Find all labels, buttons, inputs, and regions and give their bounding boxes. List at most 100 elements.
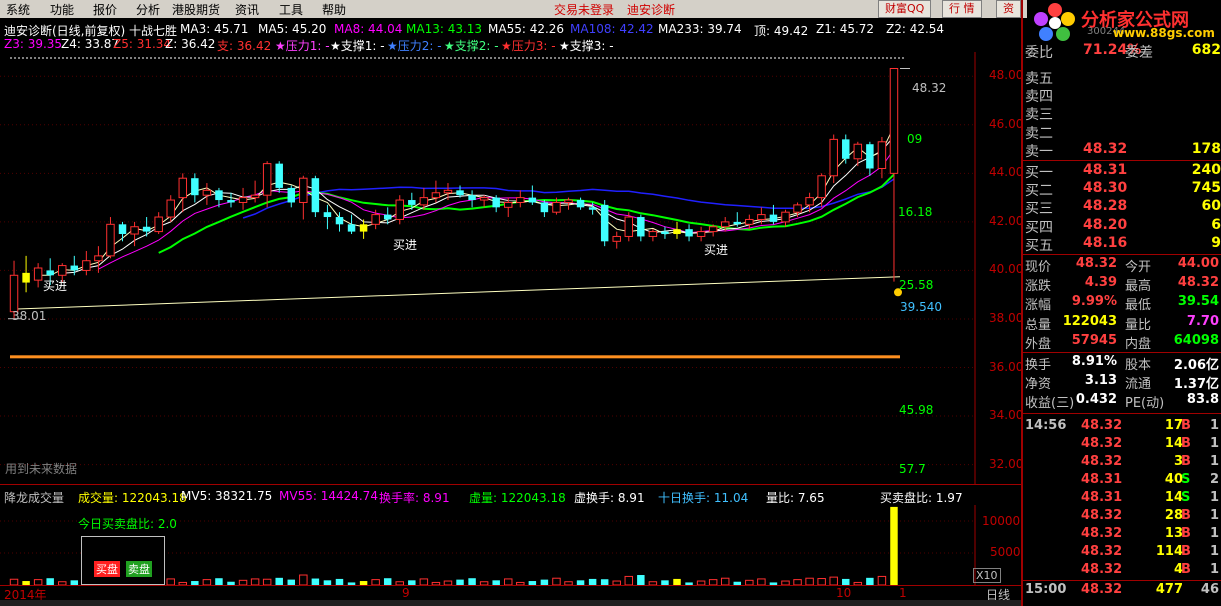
candle — [287, 185, 296, 208]
candle-body — [335, 217, 344, 225]
candle — [275, 161, 283, 193]
ma-values: MA3: 45.71 MA5: 45.20 MA8: 44.04 MA13: 43.1… — [180, 22, 1020, 38]
candle-body — [106, 223, 115, 257]
ma-value-5: MA108: 42.42 — [570, 22, 654, 36]
menu-item-system[interactable]: 系统 — [6, 1, 30, 18]
order-level-volume: 6 — [1211, 216, 1221, 233]
tab-strip[interactable] — [0, 600, 1021, 606]
buy-level-row[interactable]: 买一 48.31 240 — [1023, 162, 1221, 181]
price-axis-label-5: 38.00 — [989, 310, 1024, 325]
sell-level-row[interactable]: 卖四 — [1023, 86, 1221, 105]
quote-separator — [1023, 352, 1221, 353]
candle-body — [58, 265, 67, 276]
ma-value-1: MA5: 45.20 — [258, 22, 327, 36]
menu-item-tools[interactable]: 工具 — [279, 1, 303, 18]
price-chart[interactable] — [0, 52, 1021, 484]
right-value-4: 39.540 — [900, 300, 942, 314]
volume-bar — [890, 506, 898, 585]
tick-row: 48.31 14 S 1 — [1023, 490, 1221, 508]
wealth-qq-button[interactable]: 财富QQ — [878, 0, 932, 18]
quote-stat-value: 9.99% — [1071, 294, 1117, 310]
volume-indicator-8: 买卖盘比: 1.97 — [880, 491, 963, 505]
tick-value: 48.31 — [1081, 489, 1123, 505]
candle-body — [118, 224, 127, 235]
candle-body — [612, 235, 621, 242]
stock-name-link[interactable]: 迪安诊断 — [627, 1, 675, 18]
candle-body — [431, 192, 441, 199]
candle — [262, 161, 272, 208]
buy-level-row[interactable]: 买二 48.30 745 — [1023, 180, 1221, 199]
menu-item-news[interactable]: 资讯 — [235, 1, 259, 18]
tick-row: 14:56 48.32 17 B 1 — [1023, 418, 1221, 436]
tick-value: 48.32 — [1081, 453, 1123, 469]
sell-level-row[interactable]: 卖五 — [1023, 68, 1221, 87]
candle-body — [408, 200, 416, 205]
tick-value: S — [1181, 471, 1191, 487]
buy-level-row[interactable]: 买三 48.28 60 — [1023, 198, 1221, 218]
order-level-name: 买三 — [1025, 201, 1053, 218]
buy-level-row[interactable]: 买五 48.16 9 — [1023, 234, 1221, 254]
candle — [299, 175, 308, 220]
tick-value: 14:56 — [1025, 417, 1067, 433]
order-level-price: 48.16 — [1083, 234, 1128, 251]
volume-bar — [624, 575, 634, 585]
info-button[interactable]: 资 — [996, 0, 1021, 18]
buy-level-row[interactable]: 买四 48.20 6 — [1023, 216, 1221, 236]
tick-value: 48.32 — [1081, 525, 1123, 541]
tick-value: 2 — [1209, 471, 1219, 487]
quote-separator — [1023, 160, 1221, 161]
candle — [576, 197, 585, 210]
volume-scale-x10[interactable]: X10 — [973, 568, 1001, 583]
candle-body — [275, 163, 283, 188]
candle — [227, 192, 235, 208]
sell-level-row[interactable]: 卖二 — [1023, 123, 1221, 142]
candle-body — [178, 177, 188, 199]
candle — [889, 68, 899, 282]
volume-indicator-1: MV5: 38321.75 — [181, 489, 273, 503]
candle — [94, 246, 103, 273]
candle-body — [383, 214, 392, 220]
quote-stat-value: 收益(三) — [1025, 396, 1075, 412]
menu-item-hk-futures[interactable]: 港股期货 — [172, 1, 220, 18]
candle-body — [842, 139, 850, 159]
candle — [817, 173, 826, 208]
candle-body — [142, 226, 151, 232]
candle-body — [311, 178, 320, 213]
candle-body — [33, 267, 43, 281]
price-axis-label-3: 42.00 — [989, 213, 1024, 228]
quote-stat-row: 总量 122043 量比 7.70 — [1023, 314, 1221, 333]
tick-value: 48.32 — [1081, 561, 1123, 577]
sell-level-row[interactable]: 卖三 — [1023, 104, 1221, 123]
menu-item-quote[interactable]: 报价 — [93, 1, 117, 18]
candle-body — [202, 189, 212, 196]
sell-disk-label: 卖盘 — [126, 561, 152, 577]
price-axis-label-2: 44.00 — [989, 165, 1024, 180]
tick-row: 48.32 28 B 1 — [1023, 508, 1221, 526]
market-button[interactable]: 行 情 — [942, 0, 982, 18]
volume-indicator-row: 降龙成交量 成交量: 122043.18 MV5: 38321.75 MV55: 14… — [4, 489, 1004, 505]
ma-value-8: Z1: 45.72 — [816, 22, 875, 36]
quote-separator — [1023, 579, 1221, 581]
candle-body — [130, 226, 139, 235]
menu-item-analysis[interactable]: 分析 — [136, 1, 160, 18]
sell-level-row[interactable]: 卖一 48.32 178 — [1023, 141, 1221, 160]
order-level-price: 48.28 — [1083, 198, 1128, 215]
volume-indicator-7: 量比: 7.65 — [766, 491, 825, 505]
tick-value: 1 — [1209, 435, 1219, 451]
order-ratio-value: 682 — [1191, 42, 1221, 58]
candle — [877, 136, 887, 179]
order-level-volume: 60 — [1201, 198, 1221, 215]
quote-stat-value: 3.13 — [1084, 373, 1117, 389]
trade-login-link[interactable]: 交易未登录 — [554, 1, 614, 18]
menu-item-help[interactable]: 帮助 — [322, 1, 346, 18]
candle — [842, 134, 850, 164]
quote-stat-value: 44.00 — [1177, 256, 1219, 271]
menu-item-function[interactable]: 功能 — [50, 1, 74, 18]
volume-axis-5000: 5000 — [990, 545, 1021, 559]
quote-stat-row: 现价 48.32 今开 44.00 — [1023, 256, 1221, 275]
quote-stat-value: 39.54 — [1177, 294, 1219, 310]
logo-url: www.88gs.com — [1113, 26, 1215, 40]
candle — [178, 173, 188, 213]
high-price-marker: 48.32 — [912, 81, 947, 95]
volume-indicator-4: 虚量: 122043.18 — [469, 491, 566, 505]
